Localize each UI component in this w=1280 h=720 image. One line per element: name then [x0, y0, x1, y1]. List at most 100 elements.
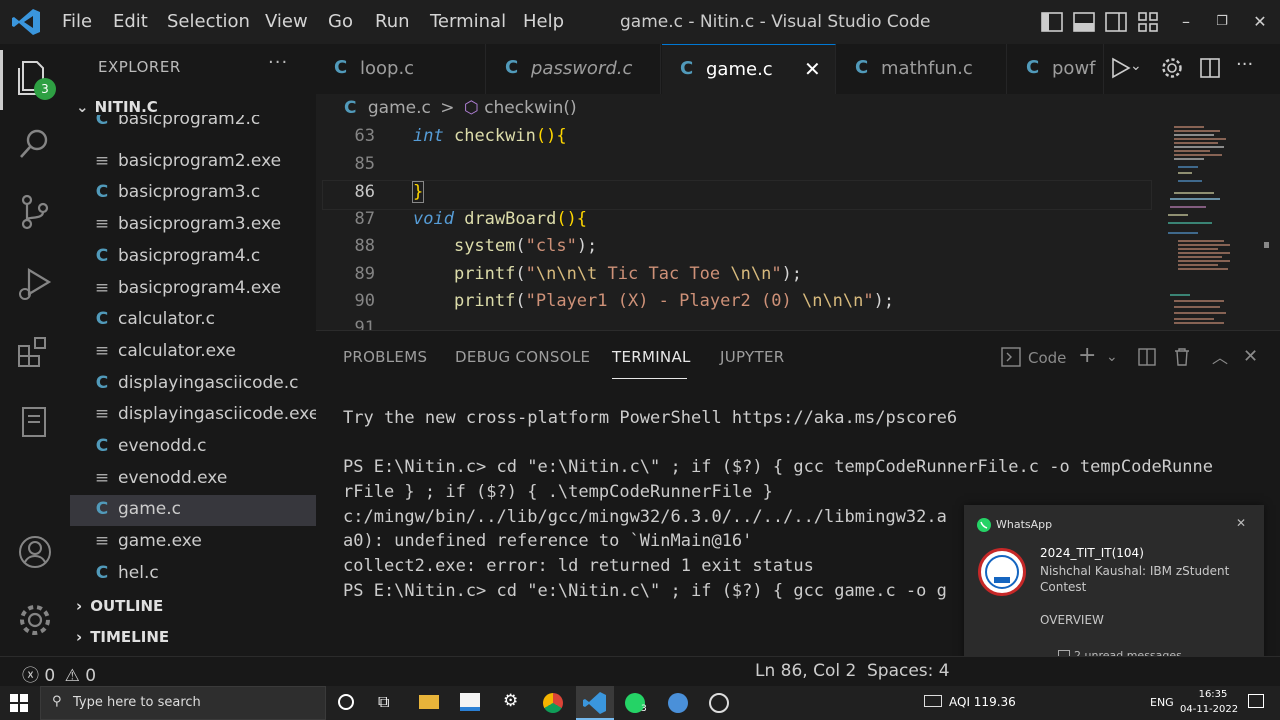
close-window-button[interactable]: ✕	[1240, 8, 1280, 36]
chevron-down-icon[interactable]: ⌄	[1106, 349, 1118, 365]
toggle-panel-icon[interactable]	[1072, 10, 1096, 34]
notification-center-icon[interactable]	[1248, 694, 1264, 708]
aqi-label[interactable]: AQI 119.36	[949, 695, 1016, 709]
app-icon[interactable]	[709, 693, 729, 713]
run-debug-icon[interactable]	[13, 262, 57, 306]
store-icon[interactable]	[460, 693, 480, 711]
file-explorer-icon[interactable]	[419, 695, 439, 709]
gear-icon[interactable]	[13, 598, 57, 642]
file-item[interactable]: ≡ basicprogram3.exe	[70, 210, 316, 241]
customize-layout-icon[interactable]	[1136, 10, 1160, 34]
chrome-icon[interactable]	[543, 693, 563, 713]
file-item[interactable]: Cbasicprogram3.c	[70, 178, 316, 209]
outline-section[interactable]: › OUTLINE	[76, 597, 163, 623]
file-item[interactable]: ≡ calculator.exe	[70, 337, 316, 368]
terminal-name[interactable]: Code	[1028, 349, 1066, 367]
file-item[interactable]: Cevenodd.c	[70, 432, 316, 463]
clock-time[interactable]: 16:35	[1193, 689, 1233, 700]
aqi-icon	[924, 695, 942, 707]
minimize-button[interactable]: –	[1166, 8, 1206, 36]
more-actions-icon[interactable]: ···	[1236, 54, 1253, 75]
run-code-icon[interactable]	[1108, 56, 1132, 84]
vscode-logo-icon	[10, 7, 42, 37]
file-item[interactable]: ≡ displayingasciicode.exe	[70, 400, 319, 431]
chevron-down-icon[interactable]: ⌄	[1130, 58, 1142, 74]
vscode-taskbar-icon[interactable]	[576, 686, 614, 720]
task-view-icon[interactable]: ⧉	[378, 692, 389, 712]
menu-view[interactable]: View	[265, 0, 308, 44]
cursor-position[interactable]: Ln 86, Col 2	[755, 661, 856, 681]
tab-password-c[interactable]: C password.c	[487, 44, 661, 94]
more-actions-button[interactable]: ···	[268, 52, 288, 73]
notebook-icon[interactable]	[13, 400, 57, 444]
menu-help[interactable]: Help	[523, 0, 564, 44]
file-item[interactable]: Cbasicprogram2.c	[70, 115, 316, 135]
line-number: 85	[354, 154, 375, 174]
binary-file-icon: ≡	[94, 277, 110, 298]
code-line[interactable]: }	[411, 181, 425, 203]
file-item[interactable]: ≡ game.exe	[70, 527, 316, 558]
timeline-section[interactable]: › TIMELINE	[76, 628, 169, 654]
tab-jupyter[interactable]: JUPYTER	[720, 348, 784, 366]
indentation[interactable]: Spaces: 4	[867, 661, 950, 681]
restore-button[interactable]: ❐	[1202, 8, 1242, 36]
close-tab-icon[interactable]: ✕	[804, 57, 821, 81]
code-line[interactable]: system("cls");	[413, 236, 597, 256]
breadcrumb-file[interactable]: game.c	[368, 98, 431, 118]
menu-edit[interactable]: Edit	[113, 0, 148, 44]
file-item[interactable]: Cbasicprogram4.c	[70, 242, 316, 273]
account-icon[interactable]	[13, 530, 57, 574]
split-terminal-icon[interactable]	[1137, 347, 1157, 371]
code-line[interactable]: void drawBoard(){	[413, 209, 587, 229]
file-name: basicprogram2.c	[118, 115, 261, 129]
menu-selection[interactable]: Selection	[167, 0, 250, 44]
file-item[interactable]: ≡ basicprogram2.exe	[70, 147, 316, 178]
overview-button[interactable]: OVERVIEW	[1040, 613, 1104, 627]
windows-start-icon[interactable]	[10, 694, 28, 716]
language-indicator[interactable]: ENG	[1150, 696, 1174, 709]
settings-icon[interactable]: ⚙	[503, 691, 518, 711]
new-terminal-plus-icon[interactable]: +	[1078, 343, 1096, 368]
file-item[interactable]: Cgame.c	[70, 495, 316, 527]
browser-icon[interactable]	[668, 693, 688, 713]
menu-go[interactable]: Go	[328, 0, 353, 44]
tab-loop-c[interactable]: C loop.c	[316, 44, 486, 94]
chevron-down-icon: ⌄	[76, 98, 89, 116]
file-item[interactable]: ≡ evenodd.exe	[70, 464, 316, 495]
minimap[interactable]	[1160, 122, 1270, 330]
extensions-icon[interactable]	[13, 330, 57, 374]
clock-date[interactable]: 04-11-2022	[1180, 704, 1238, 715]
code-token: (	[515, 291, 526, 311]
search-icon[interactable]	[13, 122, 57, 166]
tab-debug-console[interactable]: DEBUG CONSOLE	[455, 348, 590, 366]
split-editor-icon[interactable]	[1198, 56, 1222, 84]
maximize-panel-icon[interactable]: ︿	[1212, 344, 1228, 368]
file-item[interactable]: Cdisplayingasciicode.c	[70, 369, 316, 400]
tab-terminal[interactable]: TERMINAL	[612, 348, 691, 366]
menu-file[interactable]: File	[62, 0, 92, 44]
file-item[interactable]: Chel.c	[70, 559, 316, 590]
close-panel-icon[interactable]: ✕	[1243, 346, 1258, 367]
tab-game-c[interactable]: C game.c ✕	[662, 44, 836, 94]
settings-gear-icon[interactable]	[1160, 56, 1184, 84]
menu-run[interactable]: Run	[375, 0, 410, 44]
c-file-icon: C	[95, 245, 109, 266]
line-number: 90	[354, 291, 375, 311]
toggle-secondary-sidebar-icon[interactable]	[1104, 10, 1128, 34]
file-item[interactable]: Ccalculator.c	[70, 305, 316, 336]
code-line[interactable]: printf("Player1 (X) - Player2 (0) \n\n\n…	[413, 291, 894, 311]
source-control-icon[interactable]	[13, 190, 57, 234]
breadcrumb-symbol[interactable]: checkwin()	[484, 98, 576, 118]
code-line[interactable]: printf("\n\n\t Tic Tac Toe \n\n");	[413, 264, 802, 284]
cortana-icon[interactable]	[338, 694, 354, 710]
menu-terminal[interactable]: Terminal	[430, 0, 506, 44]
problems-status[interactable]: ⓧ 0 ⚠ 0	[22, 661, 96, 686]
close-notification-icon[interactable]: ✕	[1236, 516, 1246, 530]
tab-mathfun-c[interactable]: C mathfun.c	[837, 44, 1007, 94]
trash-icon[interactable]	[1172, 346, 1192, 372]
file-item[interactable]: ≡ basicprogram4.exe	[70, 274, 316, 305]
toggle-sidebar-icon[interactable]	[1040, 10, 1064, 34]
code-line[interactable]: int checkwin(){	[413, 126, 567, 146]
tab-problems[interactable]: PROBLEMS	[343, 348, 427, 366]
tab-powf[interactable]: C powf	[1008, 44, 1104, 94]
